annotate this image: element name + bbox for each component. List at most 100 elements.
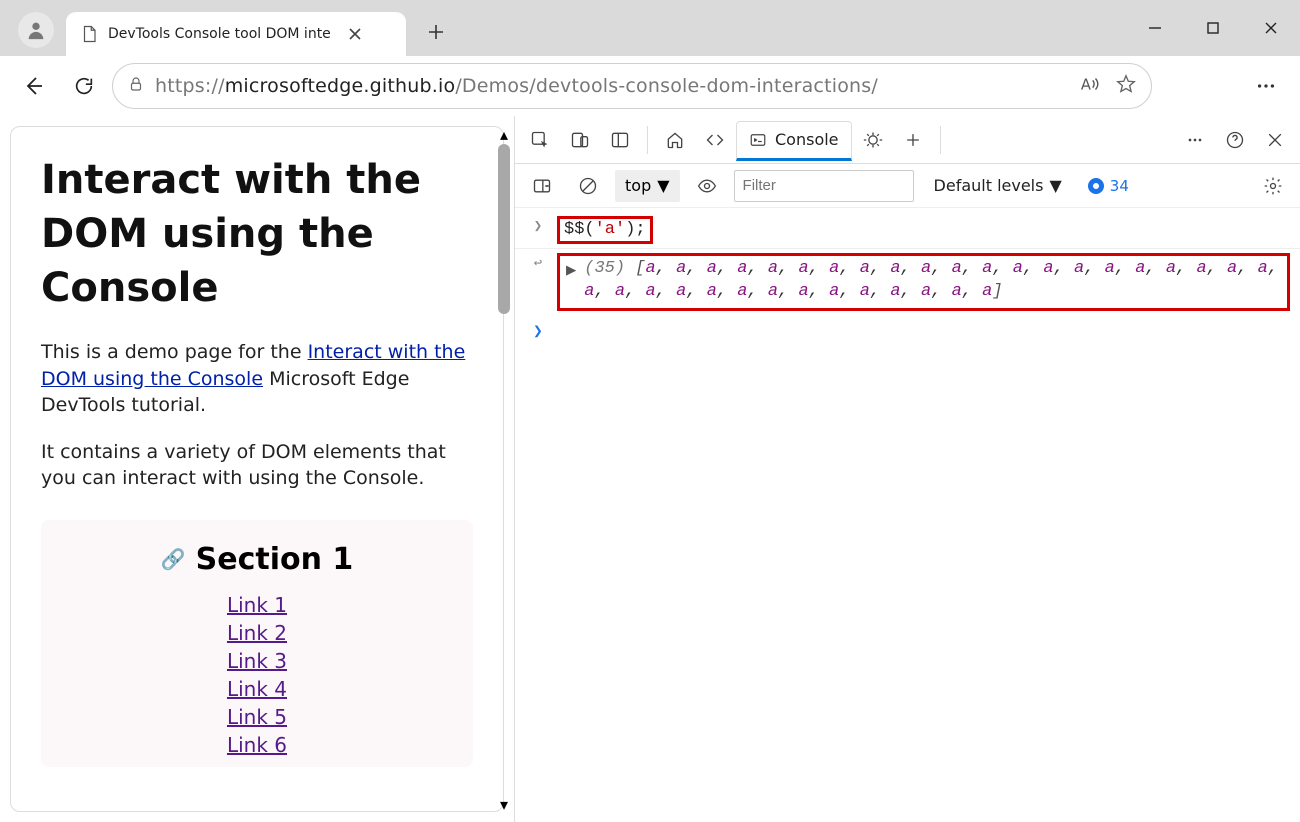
main-area: Interact with the DOM using the Console … bbox=[0, 116, 1300, 822]
device-emulation-button[interactable] bbox=[561, 121, 599, 159]
output-array[interactable]: (35) [a, a, a, a, a, a, a, a, a, a, a, a… bbox=[584, 258, 1281, 304]
welcome-tab[interactable] bbox=[656, 121, 694, 159]
inspect-element-button[interactable] bbox=[521, 121, 559, 159]
issues-tab-button[interactable] bbox=[854, 121, 892, 159]
link-icon: 🔗 bbox=[161, 547, 186, 571]
context-label: top bbox=[625, 176, 651, 195]
scroll-down-icon[interactable]: ▾ bbox=[496, 796, 512, 812]
devtools-panel: Console top ▼ Default levels ▼ bbox=[515, 116, 1300, 822]
intro-paragraph-2: It contains a variety of DOM elements th… bbox=[41, 439, 473, 492]
prompt-marker-icon: ❯ bbox=[529, 319, 547, 341]
console-output[interactable]: ❯ $$('a'); ↩ ▶ (35) [a, a, a, a, a, a, a… bbox=[515, 208, 1300, 822]
context-selector[interactable]: top ▼ bbox=[615, 170, 680, 202]
list-link[interactable]: Link 4 bbox=[69, 675, 445, 703]
expand-triangle-icon[interactable]: ▶ bbox=[566, 261, 576, 304]
console-filter-input[interactable] bbox=[734, 170, 914, 202]
home-icon bbox=[665, 130, 685, 150]
page-heading: Interact with the DOM using the Console bbox=[41, 153, 473, 315]
intro-paragraph-1: This is a demo page for the Interact wit… bbox=[41, 339, 473, 419]
page-viewport[interactable]: Interact with the DOM using the Console … bbox=[10, 126, 504, 812]
tab-close-button[interactable] bbox=[341, 20, 369, 48]
console-settings-button[interactable] bbox=[1254, 167, 1292, 205]
read-aloud-button[interactable]: A bbox=[1079, 73, 1101, 99]
minimize-button[interactable] bbox=[1126, 0, 1184, 56]
page-scrollbar[interactable]: ▴ ▾ bbox=[496, 126, 512, 812]
list-link[interactable]: Link 3 bbox=[69, 647, 445, 675]
section-heading: 🔗 Section 1 bbox=[69, 542, 445, 577]
star-icon bbox=[1115, 73, 1137, 95]
address-bar[interactable]: https://microsoftedge.github.io/Demos/de… bbox=[112, 63, 1152, 109]
devtools-tabbar: Console bbox=[515, 116, 1300, 164]
eye-icon bbox=[697, 176, 717, 196]
page-icon bbox=[80, 25, 98, 43]
arrow-left-icon bbox=[22, 74, 46, 98]
chevron-down-icon: ▼ bbox=[1049, 176, 1061, 195]
devtools-menu-button[interactable] bbox=[1176, 121, 1214, 159]
scroll-thumb[interactable] bbox=[498, 144, 510, 314]
profile-button[interactable] bbox=[18, 12, 54, 48]
console-output-highlight: ▶ (35) [a, a, a, a, a, a, a, a, a, a, a,… bbox=[557, 253, 1290, 311]
list-link[interactable]: Link 6 bbox=[69, 731, 445, 759]
log-levels-select[interactable]: Default levels ▼ bbox=[934, 176, 1062, 195]
gear-icon bbox=[1263, 176, 1283, 196]
issues-badge-icon bbox=[1088, 178, 1104, 194]
refresh-icon bbox=[73, 75, 95, 97]
inspect-icon bbox=[530, 130, 550, 150]
devtools-help-button[interactable] bbox=[1216, 121, 1254, 159]
close-icon bbox=[1264, 21, 1278, 35]
clear-console-button[interactable] bbox=[569, 167, 607, 205]
console-prompt-row[interactable]: ❯ bbox=[515, 315, 1300, 345]
page-pane: Interact with the DOM using the Console … bbox=[0, 116, 515, 822]
console-input-row: ❯ $$('a'); bbox=[515, 212, 1300, 248]
window-controls bbox=[1126, 0, 1300, 56]
dots-icon bbox=[1185, 130, 1205, 150]
console-tab-label: Console bbox=[775, 130, 839, 149]
live-expression-button[interactable] bbox=[688, 167, 726, 205]
console-icon bbox=[749, 131, 767, 149]
address-bar-actions: A bbox=[1079, 73, 1137, 99]
console-input-code: $$('a'); bbox=[557, 216, 653, 244]
dock-icon bbox=[610, 130, 630, 150]
browser-menu-button[interactable] bbox=[1244, 64, 1288, 108]
scroll-up-icon[interactable]: ▴ bbox=[496, 126, 512, 142]
close-window-button[interactable] bbox=[1242, 0, 1300, 56]
clear-icon bbox=[578, 176, 598, 196]
devtools-close-button[interactable] bbox=[1256, 121, 1294, 159]
links-list: Link 1 Link 2 Link 3 Link 4 Link 5 Link … bbox=[69, 591, 445, 759]
read-aloud-icon: A bbox=[1079, 73, 1101, 95]
new-tab-button[interactable] bbox=[416, 12, 456, 52]
maximize-button[interactable] bbox=[1184, 0, 1242, 56]
close-icon bbox=[1265, 130, 1285, 150]
list-link[interactable]: Link 2 bbox=[69, 619, 445, 647]
favorite-button[interactable] bbox=[1115, 73, 1137, 99]
close-icon bbox=[348, 27, 362, 41]
levels-label: Default levels bbox=[934, 176, 1044, 195]
minimize-icon bbox=[1148, 21, 1162, 35]
output-marker-icon: ↩ bbox=[529, 253, 547, 272]
chevron-down-icon: ▼ bbox=[657, 176, 669, 195]
console-tab[interactable]: Console bbox=[736, 121, 852, 161]
svg-text:A: A bbox=[1081, 77, 1091, 94]
refresh-button[interactable] bbox=[62, 64, 106, 108]
person-icon bbox=[25, 19, 47, 41]
back-button[interactable] bbox=[12, 64, 56, 108]
issues-count: 34 bbox=[1110, 177, 1129, 195]
maximize-icon bbox=[1206, 21, 1220, 35]
elements-tab[interactable] bbox=[696, 121, 734, 159]
device-icon bbox=[570, 130, 590, 150]
console-toolbar: top ▼ Default levels ▼ 34 bbox=[515, 164, 1300, 208]
dock-button[interactable] bbox=[601, 121, 639, 159]
bug-icon bbox=[863, 130, 883, 150]
browser-tab[interactable]: DevTools Console tool DOM inte bbox=[66, 12, 406, 56]
list-link[interactable]: Link 1 bbox=[69, 591, 445, 619]
list-link[interactable]: Link 5 bbox=[69, 703, 445, 731]
more-tabs-button[interactable] bbox=[894, 121, 932, 159]
url-text: https://microsoftedge.github.io/Demos/de… bbox=[155, 75, 1069, 97]
plus-icon bbox=[903, 130, 923, 150]
toggle-sidebar-button[interactable] bbox=[523, 167, 561, 205]
tab-title: DevTools Console tool DOM inte bbox=[108, 26, 331, 42]
sidebar-icon bbox=[532, 176, 552, 196]
lock-icon bbox=[127, 75, 145, 97]
issues-count-button[interactable]: 34 bbox=[1088, 177, 1129, 195]
titlebar: DevTools Console tool DOM inte bbox=[0, 0, 1300, 56]
